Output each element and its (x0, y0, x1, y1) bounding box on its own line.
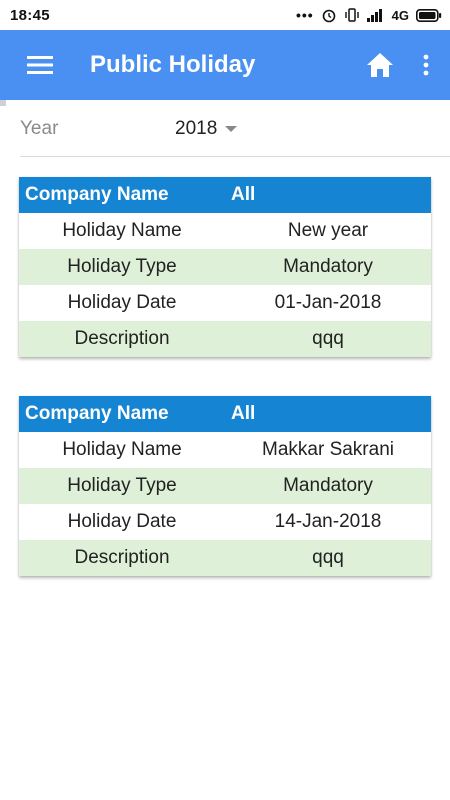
table-row: Description qqq (19, 540, 431, 576)
company-label: Company Name (25, 403, 169, 424)
holiday-card: Company Name All Holiday Name Makkar Sak… (19, 396, 431, 576)
row-value: qqq (312, 547, 344, 568)
home-button[interactable] (358, 43, 402, 87)
network-type: 4G (391, 7, 409, 23)
alarm-icon (322, 9, 335, 23)
table-row: Holiday Name New year (19, 213, 431, 249)
row-value: New year (287, 220, 369, 241)
app-bar: Public Holiday (0, 30, 450, 100)
signal-icon (366, 9, 382, 22)
year-value: 2018 (175, 118, 218, 139)
scroll-edge (0, 100, 6, 106)
row-label: Holiday Type (67, 475, 177, 496)
year-dropdown[interactable]: 2018 (175, 118, 238, 140)
row-value: Makkar Sakrani (262, 439, 394, 460)
table-row: Holiday Date 01-Jan-2018 (19, 285, 431, 321)
year-label: Year (20, 118, 59, 139)
row-label: Holiday Date (67, 292, 177, 313)
vibrate-icon (344, 8, 359, 22)
row-value: 01-Jan-2018 (274, 292, 382, 313)
row-value: Mandatory (283, 256, 373, 277)
menu-button[interactable] (12, 37, 68, 93)
overflow-menu-button[interactable] (406, 43, 446, 87)
card-header: Company Name All (19, 177, 431, 213)
row-label: Holiday Date (67, 511, 177, 532)
table-row: Holiday Type Mandatory (19, 249, 431, 285)
divider (20, 156, 450, 157)
row-label: Description (74, 328, 170, 349)
table-row: Holiday Date 14-Jan-2018 (19, 504, 431, 540)
menu-icon (27, 56, 53, 74)
page-title: Public Holiday (90, 51, 256, 78)
row-value: qqq (312, 328, 344, 349)
status-bar: 18:45 ••• 4G (0, 0, 450, 30)
table-row: Holiday Name Makkar Sakrani (19, 432, 431, 468)
home-icon (367, 53, 393, 77)
chevron-down-icon (225, 126, 238, 132)
row-label: Description (74, 547, 170, 568)
card-header: Company Name All (19, 396, 431, 432)
status-icons: ••• 4G (296, 7, 442, 23)
row-label: Holiday Name (62, 439, 182, 460)
row-value: Mandatory (283, 475, 373, 496)
status-time: 18:45 (10, 6, 50, 24)
company-value: All (231, 403, 256, 424)
company-label: Company Name (25, 184, 169, 205)
table-row: Holiday Type Mandatory (19, 468, 431, 504)
battery-icon (416, 8, 442, 22)
row-value: 14-Jan-2018 (274, 511, 382, 532)
year-filter: Year 2018 (20, 112, 450, 146)
row-label: Holiday Type (67, 256, 177, 277)
overflow-menu-icon (423, 54, 429, 76)
more-dots-icon: ••• (295, 7, 314, 23)
table-row: Description qqq (19, 321, 431, 357)
holiday-card: Company Name All Holiday Name New year H… (19, 177, 431, 357)
row-label: Holiday Name (62, 220, 182, 241)
company-value: All (231, 184, 256, 205)
